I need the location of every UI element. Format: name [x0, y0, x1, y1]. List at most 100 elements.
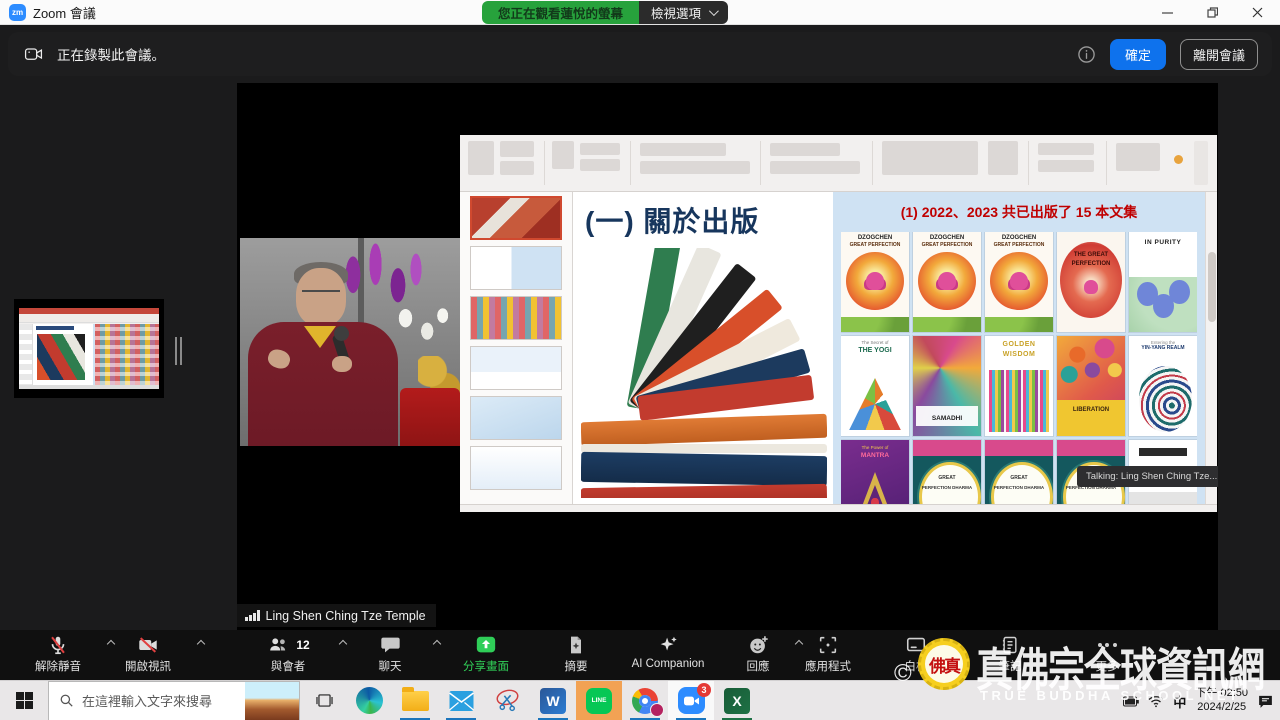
maximize-button[interactable] — [1190, 0, 1235, 25]
system-tray: 中 下午 02:50 2024/2/25 — [1123, 681, 1274, 720]
taskbar-word[interactable]: W — [530, 681, 576, 720]
book-cover: Entering theYIN-YANG REALM — [1129, 336, 1197, 436]
video-options-chevron[interactable] — [197, 640, 205, 648]
speaker-video — [240, 238, 460, 446]
zoom-meeting-window: zm Zoom 會議 您正在觀看蓮悅的螢幕 檢視選項 正在錄製此會議。 — [0, 0, 1280, 720]
book-cover: DZOGCHENGREAT PERFECTION — [913, 232, 981, 332]
zoom-notification-badge: 3 — [697, 683, 711, 697]
chrome-profile-badge — [650, 703, 664, 717]
whiteboard-button[interactable]: 白板 — [884, 633, 948, 679]
red-bag — [400, 388, 460, 446]
more-icon — [1098, 633, 1117, 657]
book-cover: The Secret ofTHE YOGI — [841, 336, 909, 436]
book-cover: IN PURITY — [1129, 232, 1197, 332]
participants-icon — [266, 634, 290, 656]
notes-button[interactable]: 筆記 — [978, 633, 1042, 679]
slide-right-half: (1) 2022、2023 共已出版了 15 本文集 DZOGCHENGREAT… — [833, 192, 1205, 504]
snipping-tool-icon — [495, 689, 520, 712]
share-screen-button[interactable]: 分享畫面 — [438, 633, 534, 679]
ai-companion-icon — [656, 634, 680, 656]
slide-thumb-5[interactable] — [470, 396, 562, 440]
slide-thumb-3[interactable] — [470, 296, 562, 340]
slide-thumb-1[interactable] — [470, 196, 562, 240]
taskbar-mail[interactable] — [438, 681, 484, 720]
start-video-button[interactable]: 開啟視訊 — [104, 633, 192, 679]
taskbar-search-box[interactable]: 在這裡輸入文字來搜尋 — [48, 681, 300, 720]
shared-screen-stage: (一) 關於出版 (1) 2022、2023 共已出版了 15 本文集 DZOG… — [237, 83, 1218, 630]
file-explorer-icon — [402, 691, 429, 711]
line-icon: LINE — [586, 688, 612, 714]
taskbar-line[interactable]: LINE — [576, 681, 622, 720]
chat-icon — [379, 634, 402, 656]
minimize-button[interactable] — [1145, 0, 1190, 25]
slide-thumb-2[interactable] — [470, 246, 562, 290]
ppt-status-bar — [460, 504, 1217, 512]
taskbar-clock[interactable]: 下午 02:50 2024/2/25 — [1195, 687, 1248, 715]
book-cover: DZOGCHENGREAT PERFECTION — [841, 232, 909, 332]
mail-icon — [449, 691, 474, 711]
meeting-toolbar: 解除靜音 開啟視訊 12 與會者 聊天 — [0, 630, 1280, 680]
close-button[interactable] — [1235, 0, 1280, 25]
participants-chevron[interactable] — [339, 640, 347, 648]
signal-bars-icon — [245, 610, 260, 621]
search-icon — [59, 693, 74, 708]
recording-message: 正在錄製此會議。 — [57, 44, 165, 64]
books-photo — [581, 248, 827, 498]
share-preview-panel[interactable] — [14, 299, 164, 398]
task-view-icon — [315, 691, 334, 710]
battery-icon[interactable] — [1123, 696, 1139, 707]
ime-indicator[interactable]: 中 — [1173, 692, 1186, 711]
participants-button[interactable]: 12 與會者 — [240, 633, 336, 679]
view-options-button[interactable]: 檢視選項 — [639, 1, 728, 24]
search-highlight-image[interactable] — [245, 682, 299, 720]
apps-button[interactable]: 應用程式 — [790, 633, 866, 679]
book-cover: GREATPERFECTION DHARMA — [913, 440, 981, 504]
taskbar-snipping-tool[interactable] — [484, 681, 530, 720]
wifi-icon[interactable] — [1148, 695, 1164, 708]
edge-icon — [356, 687, 383, 714]
window-title-bar: zm Zoom 會議 您正在觀看蓮悅的螢幕 檢視選項 — [0, 0, 1280, 25]
start-button[interactable] — [0, 681, 48, 720]
excel-icon: X — [724, 688, 750, 714]
confirm-button[interactable]: 確定 — [1110, 39, 1166, 70]
more-button[interactable]: 更多 — [1078, 633, 1136, 679]
speaker-name-label: Ling Shen Ching Tze Temple — [237, 604, 436, 627]
taskbar-file-explorer[interactable] — [392, 681, 438, 720]
info-icon[interactable] — [1077, 45, 1096, 64]
white-flowers — [390, 300, 452, 352]
slide-left-half: (一) 關於出版 — [573, 192, 833, 504]
talking-indicator: Talking: Ling Shen Ching Tze... — [1077, 466, 1218, 487]
ppt-scrollbar[interactable] — [1205, 192, 1217, 504]
reactions-button[interactable]: 回應 — [728, 633, 788, 679]
book-cover: GREATPERFECTION DHARMA — [985, 440, 1053, 504]
windows-logo-icon — [16, 692, 33, 709]
task-view-button[interactable] — [302, 681, 346, 720]
taskbar-zoom[interactable]: 3 — [668, 681, 714, 720]
participant-count: 12 — [296, 638, 309, 652]
book-cover: DZOGCHENGREAT PERFECTION — [985, 232, 1053, 332]
leave-meeting-button[interactable]: 離開會議 — [1180, 39, 1258, 70]
panel-collapse-handle[interactable] — [175, 337, 185, 365]
summary-button[interactable]: 摘要 — [545, 633, 607, 679]
slide-title: (一) 關於出版 — [585, 200, 759, 240]
search-placeholder: 在這裡輸入文字來搜尋 — [82, 691, 212, 710]
ppt-ribbon — [460, 135, 1217, 192]
viewing-screen-banner: 您正在觀看蓮悅的螢幕 — [482, 1, 639, 24]
taskbar-chrome[interactable] — [622, 681, 668, 720]
ai-companion-button[interactable]: AI Companion — [612, 633, 724, 679]
action-center-icon[interactable] — [1257, 693, 1274, 710]
summary-icon — [566, 634, 586, 656]
camera-off-icon — [136, 634, 160, 656]
chat-button[interactable]: 聊天 — [350, 633, 430, 679]
taskbar-excel[interactable]: X — [714, 681, 760, 720]
window-title: Zoom 會議 — [33, 3, 96, 22]
slide-thumb-6[interactable] — [470, 446, 562, 490]
taskbar-edge[interactable] — [346, 681, 392, 720]
slide-thumb-4[interactable] — [470, 346, 562, 390]
recording-banner: 正在錄製此會議。 確定 離開會議 — [8, 32, 1272, 76]
book-cover: GOLDENWISDOM — [985, 336, 1053, 436]
book-cover: THE GREATPERFECTION — [1057, 232, 1125, 332]
slide-subtitle: (1) 2022、2023 共已出版了 15 本文集 — [833, 202, 1205, 222]
ppt-slide-thumbnails[interactable] — [460, 192, 573, 504]
unmute-button[interactable]: 解除靜音 — [14, 633, 102, 679]
